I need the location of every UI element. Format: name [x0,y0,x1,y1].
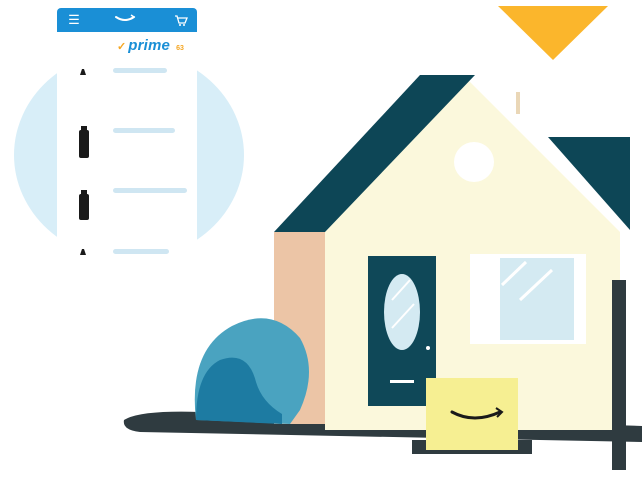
door-knob [426,346,430,350]
door-window [384,274,420,350]
door-mail-slot [390,380,414,383]
attic-window [454,142,494,182]
location-pin-icon [498,6,608,60]
chimney [516,92,520,114]
delivery-package [426,378,518,450]
fence-post [612,280,626,470]
house-illustration [123,6,642,470]
house-window [500,258,574,340]
